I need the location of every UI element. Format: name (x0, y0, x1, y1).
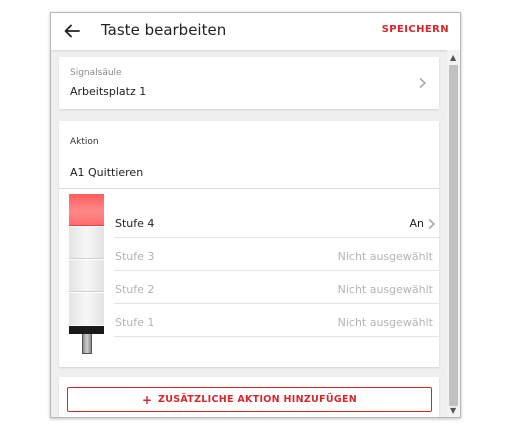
signal-label: Signalsäule (70, 68, 122, 78)
action-card: Aktion A1 Quittieren Stufe 4 An Stufe 3 … (59, 121, 439, 367)
action-value: A1 Quittieren (70, 166, 144, 179)
scroll-thumb[interactable] (449, 65, 458, 406)
scroll-down-icon[interactable]: ▼ (450, 406, 456, 415)
tower-pole (82, 334, 92, 354)
stage-label: Stufe 2 (115, 283, 155, 296)
stage-status: Nicht ausgewählt (337, 250, 433, 263)
signal-value: Arbeitsplatz 1 (70, 85, 147, 98)
action-label: Aktion (70, 137, 99, 147)
add-action-card: + ZUSÄTZLICHE AKTION HINZUFÜGEN (59, 377, 439, 417)
arrow-left-icon[interactable] (63, 22, 81, 40)
dialog-window: Taste bearbeiten SPEICHERN ▲ ▼ Signalsäu… (50, 12, 461, 418)
signal-tower-selector[interactable]: Signalsäule Arbeitsplatz 1 (59, 57, 439, 109)
app-bar: Taste bearbeiten SPEICHERN (51, 13, 460, 50)
tower-segment-stufe-2 (69, 260, 104, 292)
stage-row-stufe-4[interactable]: Stufe 4 An (114, 206, 439, 238)
plus-icon: + (141, 392, 153, 407)
stage-label: Stufe 4 (115, 217, 155, 230)
divider (59, 188, 439, 189)
stage-row-stufe-2[interactable]: Stufe 2 Nicht ausgewählt (114, 272, 439, 304)
add-action-button[interactable]: + ZUSÄTZLICHE AKTION HINZUFÜGEN (67, 387, 432, 412)
vertical-scrollbar[interactable]: ▲ ▼ (447, 50, 460, 417)
stage-row-stufe-3[interactable]: Stufe 3 Nicht ausgewählt (114, 239, 439, 271)
tower-segment-stufe-1 (69, 293, 104, 325)
stage-status: Nicht ausgewählt (337, 283, 433, 296)
save-button[interactable]: SPEICHERN (382, 24, 449, 35)
stage-row-stufe-1[interactable]: Stufe 1 Nicht ausgewählt (114, 305, 439, 337)
tower-base (69, 326, 104, 334)
signal-tower-graphic (69, 194, 104, 364)
tower-segment-stufe-3 (69, 227, 104, 259)
stage-label: Stufe 3 (115, 250, 155, 263)
stage-label: Stufe 1 (115, 316, 155, 329)
scroll-up-icon[interactable]: ▲ (450, 53, 456, 62)
chevron-right-icon (428, 219, 435, 229)
tower-segment-stufe-4 (69, 194, 104, 226)
page-title: Taste bearbeiten (101, 21, 227, 39)
stage-status: An (409, 217, 425, 230)
stage-status: Nicht ausgewählt (337, 316, 433, 329)
chevron-right-icon (419, 78, 426, 88)
add-action-label: ZUSÄTZLICHE AKTION HINZUFÜGEN (158, 394, 358, 405)
